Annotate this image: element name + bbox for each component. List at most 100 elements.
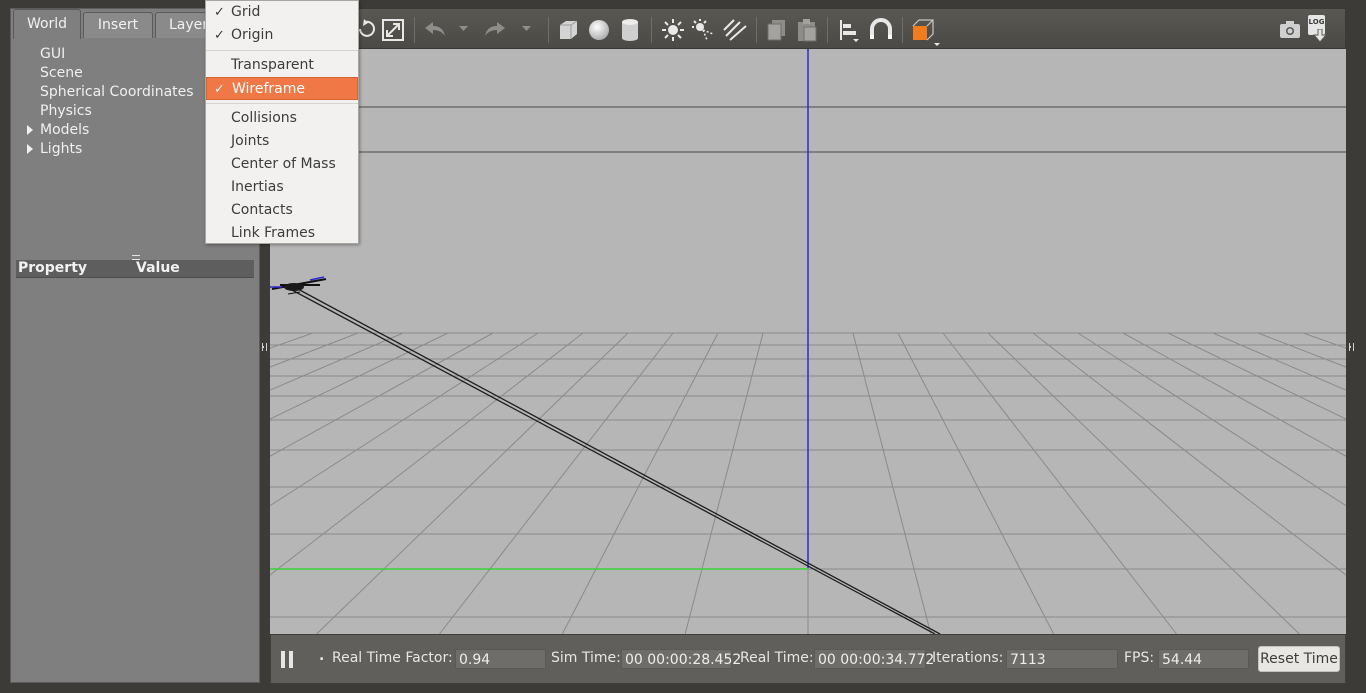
grid-line [1032, 332, 1346, 576]
view-dropdown-menu: ✓ Grid ✓ Origin Transparent ✓ Wireframe … [205, 0, 359, 244]
grid-line [561, 332, 719, 634]
menu-item-contacts[interactable]: Contacts [206, 199, 358, 222]
menu-item-label: Origin [231, 27, 274, 43]
grid-line [1212, 332, 1346, 391]
align-icon[interactable] [837, 18, 861, 42]
grid-line [942, 332, 1177, 634]
pause-icon [281, 651, 285, 668]
fps-label: FPS: [1124, 650, 1155, 666]
point-light-icon[interactable] [661, 18, 685, 42]
menu-item-center-of-mass[interactable]: Center of Mass [206, 153, 358, 176]
reset-time-button[interactable]: Reset Time [1258, 646, 1340, 672]
tree-item-label: Physics [40, 103, 92, 119]
status-bar: . Real Time Factor: 0.94 Sim Time: 00 00… [270, 634, 1346, 684]
directional-light-icon[interactable] [722, 18, 748, 42]
step-button[interactable]: . [319, 648, 324, 664]
menu-item-label: Collisions [231, 110, 297, 126]
menu-separator [206, 103, 358, 104]
undo-icon[interactable] [422, 18, 448, 40]
menu-item-transparent[interactable]: Transparent [206, 54, 358, 77]
view-angle-icon[interactable] [910, 18, 944, 46]
menu-item-origin[interactable]: ✓ Origin [206, 24, 358, 47]
menu-item-grid[interactable]: ✓ Grid [206, 1, 358, 24]
menu-item-wireframe[interactable]: ✓ Wireframe [206, 77, 358, 100]
real-time-factor-label: Real Time Factor: [332, 650, 453, 666]
menu-item-collisions[interactable]: Collisions [206, 107, 358, 130]
menu-item-joints[interactable]: Joints [206, 130, 358, 153]
box-icon[interactable] [556, 18, 580, 42]
menu-item-label: Contacts [231, 202, 293, 218]
menu-item-label: Grid [231, 4, 261, 20]
expand-arrow-icon[interactable] [27, 144, 33, 154]
3d-viewport[interactable] [270, 49, 1346, 634]
cylinder-icon[interactable] [620, 18, 640, 42]
grid-line [1257, 332, 1346, 368]
scale-icon[interactable] [381, 18, 405, 42]
fps-field: 54.44 [1158, 649, 1249, 669]
real-time-label: Real Time: [740, 650, 814, 666]
grid-line [270, 332, 584, 576]
expand-arrow-icon[interactable] [27, 125, 33, 135]
tree-item-label: Lights [40, 141, 83, 157]
sim-time-field: 00 00:00:28.452 [621, 649, 741, 669]
log-icon[interactable]: LOG [1308, 15, 1328, 43]
grid-line [1122, 332, 1346, 457]
grid-line [684, 332, 764, 634]
pause-button[interactable] [281, 651, 295, 668]
grid-line [270, 332, 494, 457]
grid-line [270, 332, 404, 391]
real-time-field: 00 00:00:34.772 [814, 649, 934, 669]
real-time-factor-field: 0.94 [455, 649, 546, 669]
sim-time-label: Sim Time: [551, 650, 621, 666]
property-column-header: Property [18, 260, 88, 276]
spot-light-icon[interactable] [691, 18, 715, 42]
value-column-header: Value [136, 260, 180, 276]
sphere-icon[interactable] [587, 18, 611, 42]
menu-item-label: Transparent [231, 57, 314, 73]
pause-icon [289, 651, 293, 668]
grid-line [1077, 332, 1346, 507]
cable-line [291, 289, 936, 634]
left-panel-collapse-handle[interactable] [262, 343, 267, 351]
menu-item-inertias[interactable]: Inertias [206, 176, 358, 199]
menu-item-label: Center of Mass [231, 156, 336, 172]
scene-render [270, 49, 1346, 634]
tree-item-label: GUI [40, 46, 66, 62]
menu-item-label: Wireframe [232, 81, 306, 97]
grid-line [270, 332, 539, 507]
grid-line [439, 332, 674, 634]
undo-dropdown-icon[interactable] [459, 26, 468, 32]
menu-item-label: Joints [231, 133, 270, 149]
tab-world[interactable]: World [13, 9, 81, 39]
grid-line [987, 332, 1300, 634]
tab-insert[interactable]: Insert [83, 12, 153, 38]
redo-icon[interactable] [482, 18, 508, 40]
grid-line [897, 332, 1055, 634]
iterations-label: Iterations: [932, 650, 1004, 666]
grid-line [316, 332, 629, 634]
iterations-field: 7113 [1006, 649, 1118, 669]
tree-item-label: Spherical Coordinates [40, 84, 194, 100]
screenshot-icon[interactable] [1278, 18, 1302, 40]
property-table-header: Property Value [16, 260, 254, 278]
drone-model[interactable] [270, 276, 327, 295]
grid-line [270, 332, 359, 368]
right-panel-collapse-handle[interactable] [1349, 343, 1354, 351]
grid-line [270, 332, 314, 349]
paste-icon[interactable] [796, 18, 818, 42]
check-icon: ✓ [214, 5, 225, 20]
toolbar: LOG [270, 8, 1346, 49]
copy-icon[interactable] [766, 18, 788, 42]
snap-icon[interactable] [869, 18, 893, 42]
redo-dropdown-icon[interactable] [522, 26, 531, 32]
menu-item-label: Inertias [231, 179, 284, 195]
grid-line [1302, 332, 1346, 349]
grid-line [852, 332, 932, 634]
menu-item-link-frames[interactable]: Link Frames [206, 222, 358, 245]
check-icon: ✓ [214, 28, 225, 43]
rotate-icon[interactable] [356, 18, 376, 40]
tree-item-label: Models [40, 122, 90, 138]
tree-item-label: Scene [40, 65, 83, 81]
menu-separator [206, 50, 358, 51]
menu-item-label: Link Frames [231, 225, 316, 241]
